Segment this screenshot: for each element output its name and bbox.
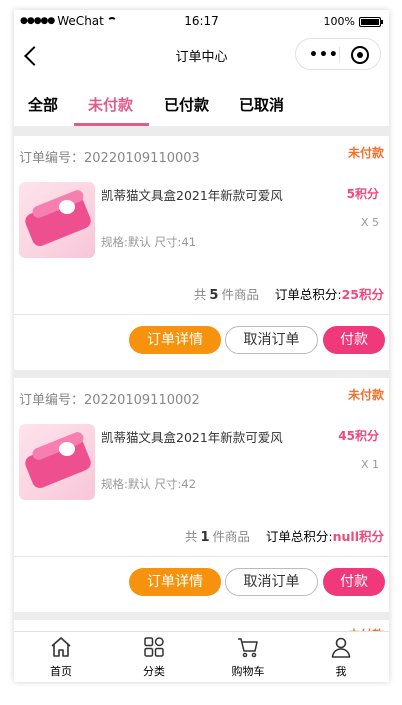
product-price: 45积分 bbox=[338, 429, 379, 443]
bottom-tab-bar: 首页 分类 购物车 我 bbox=[14, 631, 389, 682]
tabbar-item-category[interactable]: 分类 bbox=[124, 635, 184, 679]
cart-icon bbox=[236, 635, 260, 659]
order-number: 订单编号：20220109110002 bbox=[19, 393, 200, 408]
cancel-order-button[interactable]: 取消订单 bbox=[225, 568, 318, 596]
status-bar: ●●●●● WeChat 16:17 100% bbox=[14, 10, 389, 32]
tabbar-label: 首页 bbox=[50, 665, 72, 678]
user-icon bbox=[329, 635, 353, 659]
item-count: 1 bbox=[200, 530, 210, 545]
order-status: 未付款 bbox=[347, 146, 384, 160]
order-summary: 共 5 件商品 订单总积分:25积分 bbox=[194, 284, 384, 303]
total-points: null积分 bbox=[332, 529, 384, 544]
battery-icon bbox=[359, 16, 383, 27]
order-tabs: 全部 未付款 已付款 已取消 bbox=[14, 90, 389, 126]
capsule-divider bbox=[339, 47, 340, 63]
kitty-face-shape bbox=[59, 442, 75, 456]
product-quantity: X 1 bbox=[360, 458, 379, 471]
pay-button[interactable]: 付款 bbox=[323, 326, 385, 354]
close-target-icon[interactable] bbox=[351, 46, 369, 64]
phone-screen: ●●●●● WeChat 16:17 100% 订单中心 ••• 全部 未付款 … bbox=[14, 10, 389, 682]
tab-cancelled[interactable]: 已取消 bbox=[239, 94, 284, 115]
product-spec: 规格:默认 尺寸:42 bbox=[101, 477, 197, 491]
order-status: 未付款 bbox=[347, 388, 384, 402]
more-dots-icon[interactable]: ••• bbox=[309, 47, 339, 63]
product-name[interactable]: 凯蒂猫文具盒2021年新款可爱风 bbox=[101, 427, 283, 446]
tabbar-item-cart[interactable]: 购物车 bbox=[218, 635, 278, 679]
kitty-face-shape bbox=[59, 200, 75, 214]
product-name[interactable]: 凯蒂猫文具盒2021年新款可爱风 bbox=[101, 185, 283, 204]
product-image[interactable] bbox=[19, 182, 95, 258]
total-label: 订单总积分: bbox=[274, 287, 342, 302]
section-gap bbox=[14, 126, 389, 136]
product-price: 5积分 bbox=[346, 187, 379, 201]
tab-all[interactable]: 全部 bbox=[28, 94, 58, 115]
count-suffix: 件商品 bbox=[221, 287, 259, 302]
tabbar-item-home[interactable]: 首页 bbox=[31, 635, 91, 679]
tabbar-item-me[interactable]: 我 bbox=[311, 635, 371, 679]
miniprogram-capsule: ••• bbox=[295, 38, 381, 70]
total-label: 订单总积分: bbox=[265, 529, 333, 544]
order-detail-button[interactable]: 订单详情 bbox=[129, 326, 221, 354]
category-icon bbox=[142, 635, 166, 659]
total-points: 25积分 bbox=[341, 287, 384, 302]
tab-unpaid[interactable]: 未付款 bbox=[88, 94, 133, 115]
tab-paid[interactable]: 已付款 bbox=[164, 94, 209, 115]
pay-button[interactable]: 付款 bbox=[323, 568, 385, 596]
item-count: 5 bbox=[209, 288, 219, 303]
product-quantity: X 5 bbox=[360, 216, 379, 229]
order-card: 订单编号：20220109110002 未付款 凯蒂猫文具盒2021年新款可爱风… bbox=[14, 378, 389, 612]
battery-percent: 100% bbox=[323, 15, 355, 28]
order-summary: 共 1 件商品 订单总积分:null积分 bbox=[185, 526, 384, 545]
tabbar-label: 分类 bbox=[143, 665, 165, 678]
tabbar-label: 购物车 bbox=[231, 665, 265, 678]
count-prefix: 共 bbox=[193, 287, 207, 302]
count-prefix: 共 bbox=[184, 529, 198, 544]
tabbar-label: 我 bbox=[335, 665, 347, 678]
product-image[interactable] bbox=[19, 424, 95, 500]
count-suffix: 件商品 bbox=[212, 529, 250, 544]
order-card: 订单编号：20220109110003 未付款 凯蒂猫文具盒2021年新款可爱风… bbox=[14, 136, 389, 370]
home-icon bbox=[49, 635, 73, 659]
battery-group: 100% bbox=[323, 15, 383, 28]
card-divider bbox=[14, 314, 389, 315]
product-spec: 规格:默认 尺寸:41 bbox=[101, 235, 197, 249]
order-detail-button[interactable]: 订单详情 bbox=[129, 568, 221, 596]
section-gap bbox=[14, 370, 389, 378]
nav-bar: 订单中心 ••• bbox=[14, 32, 389, 80]
cancel-order-button[interactable]: 取消订单 bbox=[225, 326, 318, 354]
order-number: 订单编号：20220109110003 bbox=[19, 151, 200, 166]
card-divider bbox=[14, 556, 389, 557]
section-gap bbox=[14, 612, 389, 620]
